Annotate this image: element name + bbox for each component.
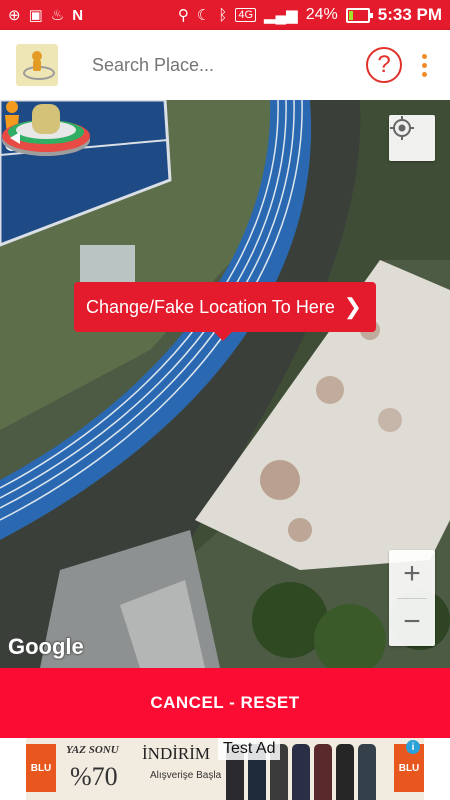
callout-label: Change/Fake Location To Here <box>86 296 335 317</box>
battery-percent: 24% <box>305 6 338 23</box>
status-bar-left: ⊕ ▣ ♨ N <box>8 8 83 23</box>
ad-cta: Alışverişe Başla <box>150 770 222 781</box>
google-attribution: Google <box>8 634 84 659</box>
network-badge: 4G <box>235 8 257 22</box>
help-button[interactable]: ? <box>366 47 402 83</box>
search-input[interactable] <box>90 53 366 77</box>
ad-info-icon[interactable]: i <box>406 740 420 754</box>
flame-icon: ♨ <box>50 6 65 24</box>
satellite-imagery <box>0 100 450 668</box>
ad-headline: YAZ SONU <box>66 744 119 756</box>
chevron-right-icon: ❯ <box>343 294 362 319</box>
n-icon: N <box>72 6 84 24</box>
ad-banner[interactable]: BLU YAZ SONU %70 İNDİRİM Alışverişe Başl… <box>0 738 450 800</box>
ad-suit-image <box>358 744 376 800</box>
cancel-reset-button[interactable]: CANCEL - RESET <box>0 668 450 738</box>
test-ad-label: Test Ad <box>218 738 281 760</box>
map-view[interactable]: Change/Fake Location To Here ❯ + − Googl… <box>0 100 450 668</box>
zoom-in-button[interactable]: + <box>389 550 435 598</box>
ad-discount: %70 <box>70 762 118 791</box>
status-bar: ⊕ ▣ ♨ N ⚲ ☾ ᛒ 4G ▂▄▆ 24% 5:33 PM <box>0 0 450 30</box>
ad-brand-left: BLU <box>26 744 56 792</box>
app-bar: ? <box>0 30 450 100</box>
app-logo <box>16 44 58 86</box>
download-icon: ⊕ <box>8 6 21 24</box>
status-bar-right: ⚲ ☾ ᛒ 4G ▂▄▆ 24% 5:33 PM <box>178 5 442 25</box>
battery-charging-icon <box>345 7 373 23</box>
my-location-button[interactable] <box>389 115 435 161</box>
logo-person-body <box>33 60 41 71</box>
fake-location-callout[interactable]: Change/Fake Location To Here ❯ <box>74 282 376 341</box>
ad-suit-image <box>292 744 310 800</box>
zoom-out-button[interactable]: − <box>389 599 435 647</box>
ad-sale: İNDİRİM <box>142 744 210 763</box>
overflow-menu-icon[interactable] <box>422 53 428 77</box>
ad-suit-image <box>314 744 332 800</box>
battery-fill <box>348 10 353 20</box>
clock: 5:33 PM <box>377 5 442 24</box>
ad-suit-image <box>336 744 354 800</box>
bluetooth-icon: ᛒ <box>218 6 228 24</box>
zoom-controls: + − <box>389 550 435 646</box>
moon-icon: ☾ <box>196 6 211 24</box>
signal-icon: ▂▄▆ <box>264 6 298 24</box>
image-icon: ▣ <box>28 6 43 24</box>
ad-creative[interactable]: BLU YAZ SONU %70 İNDİRİM Alışverişe Başl… <box>26 738 424 800</box>
location-icon: ⚲ <box>177 6 189 24</box>
crosshair-icon <box>390 116 414 140</box>
rotate-compass-icon[interactable] <box>0 100 92 160</box>
